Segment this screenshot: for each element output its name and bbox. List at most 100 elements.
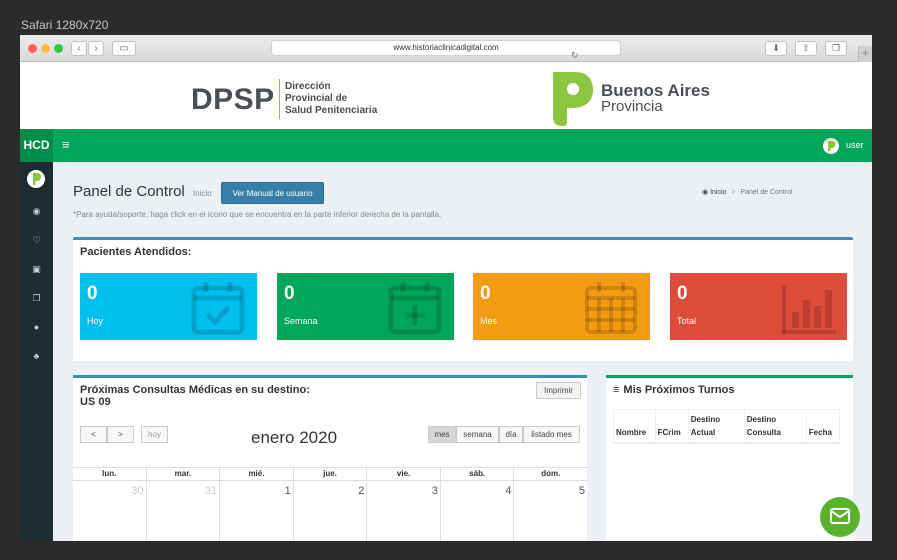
stat-value: 0 [87,283,98,304]
stat-label: Semana [284,316,318,326]
page-subtitle: Inicio [193,189,212,198]
column-header[interactable]: FCrim [654,409,689,444]
consultas-title: Próximas Consultas Médicas en su destino… [80,384,310,408]
calendar-icon [585,282,637,334]
zoom-window-button[interactable] [54,44,63,53]
stat-value: 0 [284,283,295,304]
user-manual-button[interactable]: Ver Manual de usuario [221,182,324,204]
forward-icon[interactable]: › [88,41,104,56]
weekday-header: sáb. [439,468,514,480]
stat-value: 0 [480,283,491,304]
sidebar-toggle-icon[interactable]: ▭ [112,41,136,56]
pacientes-title: Pacientes Atendidos: [80,246,192,258]
calendar-title: enero 2020 [251,428,338,447]
help-text: *Para ayuda/soporte, haga click en el íc… [73,210,442,219]
reload-icon[interactable]: ↻ [571,50,579,61]
browser-toolbar: ‹ › ▭ www.historiaclinicadigital.com ↻ ⬇… [20,35,872,62]
turnos-box: ≡ Mis Próximos Turnos Nombre FCrim Destin… [606,375,853,541]
list-icon: ≡ [613,384,620,396]
stat-box-total: 0 Total [670,273,847,340]
next-month-button[interactable]: > [107,426,134,443]
window-title: Safari 1280x720 [21,18,109,32]
calendar-day[interactable]: 5 [513,481,587,541]
today-button[interactable]: hoy [141,426,168,443]
view-list-button[interactable]: listado mes [523,426,580,443]
breadcrumb-separator: > [731,189,736,196]
calendar-check-icon [191,282,245,335]
minimize-window-button[interactable] [41,44,50,53]
buenos-aires-logo-icon [553,72,593,126]
calendar-day[interactable]: 4 [439,481,514,541]
stethoscope-icon[interactable]: ♡ [31,235,42,246]
copy-icon[interactable]: ❐ [31,293,42,304]
back-icon[interactable]: ‹ [71,41,87,56]
page-title: Panel de Control [73,183,185,200]
close-window-button[interactable] [28,44,37,53]
breadcrumb-current: Panel de Control [740,189,793,196]
main-content: Panel de Control Inicio Ver Manual de us… [53,162,872,541]
prev-month-button[interactable]: < [80,426,107,443]
menu-toggle-icon[interactable]: ≡ [62,137,70,152]
home-icon: ◉ [702,189,709,196]
stat-box-hoy: 0 Hoy [80,273,257,340]
calendar-week-row: 30 31 1 2 3 4 5 [73,481,587,541]
ba-subtitle: Provincia [601,98,663,115]
support-mail-button[interactable] [820,497,860,537]
top-navbar: HCD ≡ user [20,129,872,162]
sidebar-logo [27,170,45,188]
print-button[interactable]: Imprimir [536,382,581,399]
turnos-table: Nombre FCrim Destino Actual Destino Cons… [613,409,841,444]
weekday-header: vie. [366,468,440,480]
user-avatar[interactable] [823,138,839,154]
weekday-header: jue. [292,468,367,480]
view-week-button[interactable]: semana [456,426,499,443]
save-icon[interactable]: ▣ [31,264,42,275]
stat-label: Total [677,316,697,326]
calendar-weekdays: lun. mar. mié. jue. vie. sáb. dom. [73,467,587,481]
calendar-day[interactable]: 31 [145,481,220,541]
turnos-title: ≡ Mis Próximos Turnos [613,384,735,396]
user-icon[interactable]: ● [31,322,42,333]
weekday-header: lun. [102,469,117,478]
calendar-day[interactable]: 30 [73,481,146,541]
column-header[interactable]: Destino Actual [687,409,745,444]
new-tab-button[interactable]: + [858,46,872,62]
user-menu[interactable]: user [846,140,864,150]
dpsp-subtitle: Dirección Provincial de Salud Penitencia… [285,81,378,116]
stat-box-semana: 0 Semana [277,273,454,340]
header-banner: DPSP Dirección Provincial de Salud Penit… [20,62,872,129]
breadcrumb: ◉ Inicio > Panel de Control [702,188,872,196]
dashboard-icon[interactable]: ◉ [31,206,42,217]
dpsp-logo: DPSP [191,83,275,116]
calendar-day[interactable]: 3 [366,481,440,541]
bar-chart-icon [782,286,836,334]
logo-divider [279,79,280,119]
users-icon[interactable]: ♣ [31,351,42,362]
calendar-day[interactable]: 1 [219,481,293,541]
column-header[interactable]: Destino Consulta [743,409,807,444]
brand-logo[interactable]: HCD [20,129,53,162]
mail-icon [830,508,850,524]
view-day-button[interactable]: día [499,426,523,443]
weekday-header: mié. [219,468,293,480]
consultas-box: Próximas Consultas Médicas en su destino… [73,375,587,541]
stat-label: Mes [480,316,498,326]
share-icon[interactable]: ⇧ [795,41,817,56]
column-header[interactable]: Nombre [613,409,656,444]
stat-label: Hoy [87,316,104,326]
pacientes-box: Pacientes Atendidos: 0 Hoy 0 Semana 0 Me… [73,237,853,361]
stat-box-mes: 0 Mes [473,273,650,340]
sidebar: ◉ ♡ ▣ ❐ ● ♣ [20,162,53,541]
calendar-day[interactable]: 2 [292,481,367,541]
download-icon[interactable]: ⬇ [765,41,787,56]
weekday-header: mar. [145,468,220,480]
browser-window: ‹ › ▭ www.historiaclinicadigital.com ↻ ⬇… [20,35,872,541]
breadcrumb-home[interactable]: Inicio [710,189,726,196]
stat-value: 0 [677,283,688,304]
view-month-button[interactable]: mes [428,426,456,443]
weekday-header: dom. [513,468,587,480]
calendar-plus-icon [388,282,442,335]
tabs-icon[interactable]: ❐ [825,41,847,56]
address-bar[interactable]: www.historiaclinicadigital.com [271,40,621,56]
column-header[interactable]: Fecha [805,409,841,444]
